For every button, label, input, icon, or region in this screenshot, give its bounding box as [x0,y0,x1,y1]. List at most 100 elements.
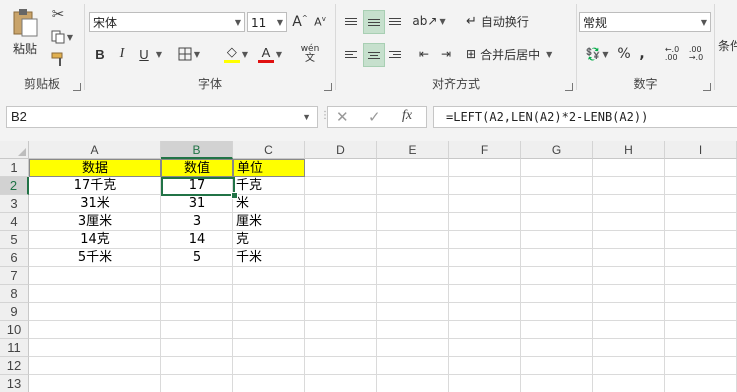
cell-c5[interactable]: 克 [233,231,305,249]
row-header-10[interactable]: 10 [0,321,29,339]
column-header-h[interactable]: H [593,141,665,159]
column-header-b[interactable]: B [161,141,233,159]
number-format-select[interactable]: 常规 ▼ [579,12,711,32]
alignment-label: 对齐方式 [431,77,480,91]
cell-a5[interactable]: 14克 [29,231,161,249]
alignment-launcher-icon[interactable] [565,83,573,91]
decrease-indent-button[interactable]: ⇤ [414,43,434,65]
row-header-12[interactable]: 12 [0,357,29,375]
column-header-c[interactable]: C [233,141,305,159]
align-left-button[interactable] [341,43,361,65]
cell-a6[interactable]: 5千米 [29,249,161,267]
cell-a2[interactable]: 17千克 [29,177,161,195]
grow-font-button[interactable]: A^ [291,12,309,32]
fill-handle[interactable] [231,192,238,199]
enter-icon[interactable]: ✓ [368,108,381,126]
column-header-a[interactable]: A [29,141,161,159]
row-header-3[interactable]: 3 [0,195,29,213]
clipboard-launcher-icon[interactable] [73,83,81,91]
row-header-5[interactable]: 5 [0,231,29,249]
cell-a4[interactable]: 3厘米 [29,213,161,231]
formula-input[interactable]: =LEFT(A2,LEN(A2)*2-LENB(A2)) [433,106,737,128]
column-header-f[interactable]: F [449,141,521,159]
row-header-4[interactable]: 4 [0,213,29,231]
select-all-button[interactable] [0,141,29,159]
align-middle-button[interactable] [363,10,385,34]
underline-dropdown[interactable]: ▼ [153,44,163,64]
align-top-icon [345,16,357,27]
column-header-e[interactable]: E [377,141,449,159]
currency-icon: 💱 [585,47,601,61]
cell-b4[interactable]: 3 [161,213,233,231]
align-bottom-button[interactable] [385,10,405,32]
bold-button[interactable]: B [91,44,109,64]
cancel-icon[interactable]: ✕ [336,108,349,126]
phonetic-button[interactable]: wén 文 [295,42,325,66]
wrap-text-button[interactable]: ↵ 自动换行 [466,10,546,32]
column-header-g[interactable]: G [521,141,593,159]
orientation-button[interactable]: ab↗ ▼ [412,10,445,32]
chevron-down-icon: ▼ [302,112,311,122]
row-header-6[interactable]: 6 [0,249,29,267]
font-size-select[interactable]: 11 ▼ [247,12,287,32]
chevron-down-icon: ▼ [700,18,707,27]
cell-b5[interactable]: 14 [161,231,233,249]
format-painter-icon [51,52,63,66]
align-center-button[interactable] [363,43,385,67]
decrease-decimal-button[interactable]: .00 →.0 [685,43,707,65]
formula-bar: B2 ▼ ⋮ ✕ ✓ fx =LEFT(A2,LEN(A2)*2-LENB(A2… [0,96,737,142]
merge-center-button[interactable]: ⊞ 合并后居中 ▼ [466,43,566,65]
percent-button[interactable]: % [615,43,633,65]
shrink-font-button[interactable]: Av [311,12,329,32]
underline-button[interactable]: U [135,44,153,64]
conditional-formatting-button[interactable]: 条件 [718,30,737,60]
cell-c6[interactable]: 千米 [233,249,305,267]
paste-button[interactable]: 粘贴 [6,4,44,60]
column-header-i[interactable]: I [665,141,737,159]
row-header-1[interactable]: 1 [0,159,29,177]
comma-button[interactable]: , [635,43,649,65]
insert-function-icon[interactable]: fx [402,108,412,124]
cell-c2[interactable]: 千克 [233,177,305,195]
cell-a3[interactable]: 31米 [29,195,161,213]
copy-button[interactable]: ▼ [48,27,76,47]
align-right-button[interactable] [385,43,405,65]
italic-button[interactable]: I [113,44,131,64]
fill-color-button[interactable]: ◇ ▼ [221,42,251,66]
row-header-9[interactable]: 9 [0,303,29,321]
font-color-button[interactable]: A ▼ [255,42,285,66]
row-header-7[interactable]: 7 [0,267,29,285]
cut-button[interactable]: ✂ [48,4,68,24]
borders-button[interactable]: ▼ [175,44,203,64]
cell-a1[interactable]: 数据 [29,159,161,177]
font-launcher-icon[interactable] [324,83,332,91]
column-header-d[interactable]: D [305,141,377,159]
number-launcher-icon[interactable] [703,83,711,91]
row-header-2[interactable]: 2 [0,177,29,195]
row-header-13[interactable]: 13 [0,375,29,392]
accounting-format-button[interactable]: 💱 ▼ [581,43,613,65]
align-top-button[interactable] [341,10,361,32]
cell-c1[interactable]: 单位 [233,159,305,177]
copy-icon [51,30,65,44]
increase-decimal-button[interactable]: ←.0.00 [661,43,683,65]
conditional-formatting-label: 条件 [718,38,737,53]
cell-b6[interactable]: 5 [161,249,233,267]
align-bottom-icon [389,16,401,27]
increase-indent-icon: ⇥ [440,47,452,61]
row-header-11[interactable]: 11 [0,339,29,357]
fill-bucket-icon: ◇ [223,45,240,63]
increase-indent-button[interactable]: ⇥ [436,43,456,65]
row-header-8[interactable]: 8 [0,285,29,303]
cell-b3[interactable]: 31 [161,195,233,213]
cell-c3[interactable]: 米 [233,195,305,213]
font-size-value: 11 [251,16,267,30]
borders-icon [178,47,192,61]
font-name-select[interactable]: 宋体 ▼ [89,12,245,32]
number-format-value: 常规 [583,16,608,30]
name-box[interactable]: B2 ▼ [6,106,318,128]
cell-c4[interactable]: 厘米 [233,213,305,231]
format-painter-button[interactable] [48,50,68,68]
paste-label: 粘贴 [12,41,37,56]
cell-b1[interactable]: 数值 [161,159,233,177]
